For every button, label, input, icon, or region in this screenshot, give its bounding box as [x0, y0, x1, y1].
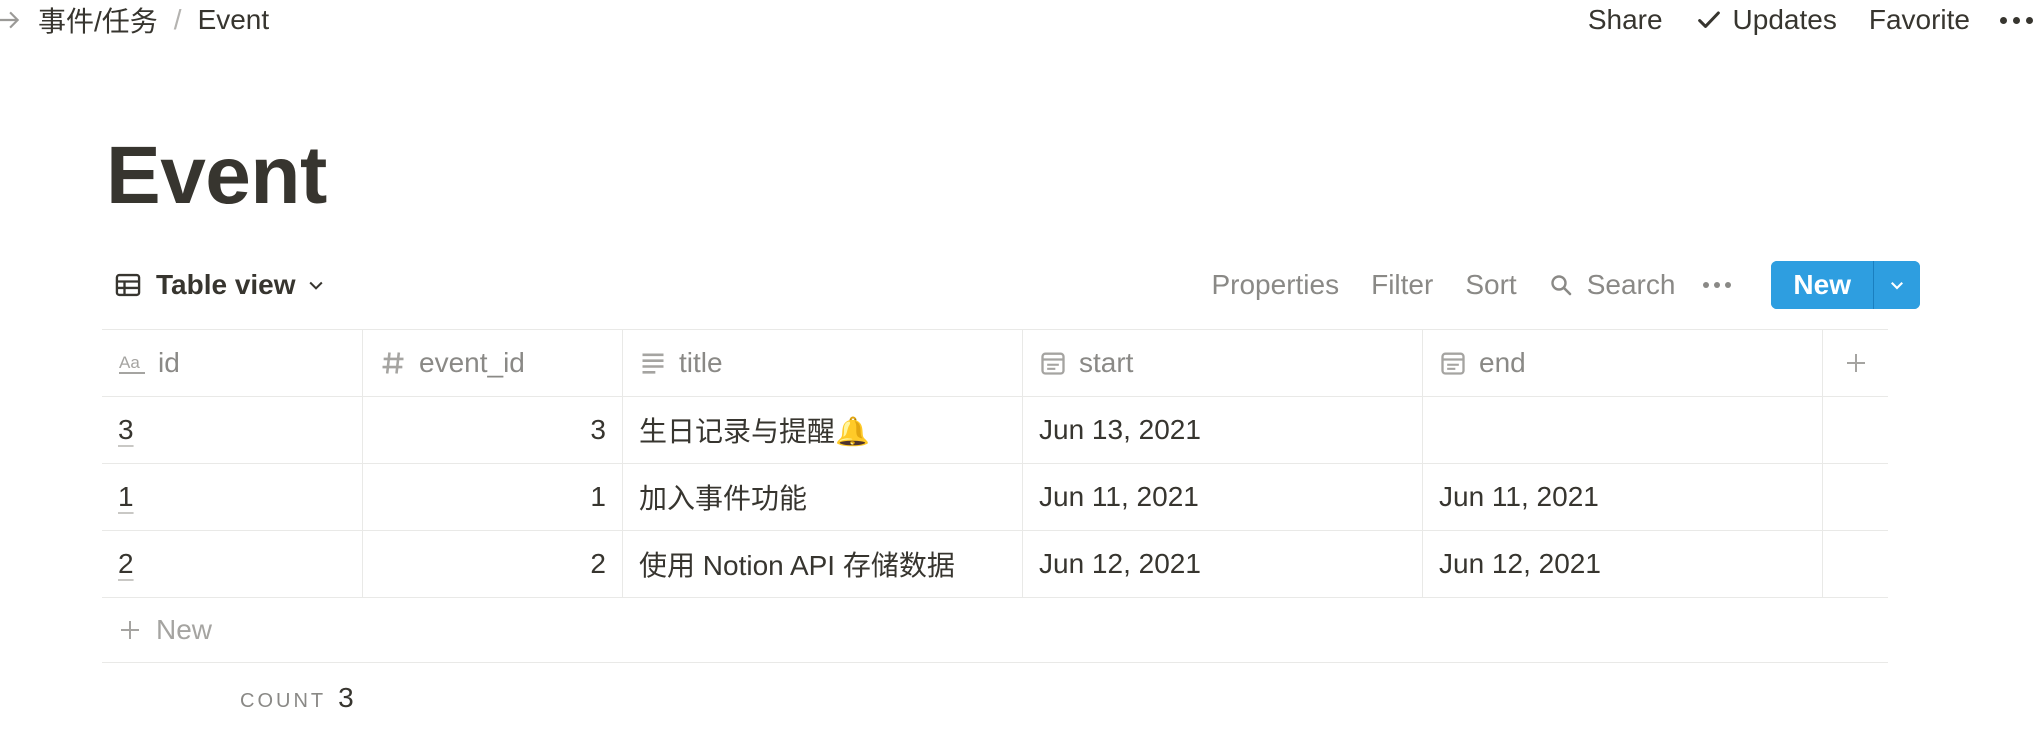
cell-event-id[interactable]: 2	[363, 531, 623, 597]
column-header-id[interactable]: Aa id	[102, 330, 363, 396]
count-label: COUNT	[240, 690, 327, 712]
cell-empty	[1823, 397, 1888, 463]
sort-button[interactable]: Sort	[1465, 269, 1516, 301]
column-header-title[interactable]: title	[623, 330, 1023, 396]
breadcrumb: 事件/任务 / Event	[0, 0, 269, 40]
table-row[interactable]: 2 2 使用 Notion API 存储数据 Jun 12, 2021 Jun …	[102, 530, 1888, 598]
cell-id-text: 3	[118, 414, 134, 445]
column-header-start[interactable]: start	[1023, 330, 1423, 396]
more-options-icon[interactable]	[2000, 16, 2040, 24]
new-dropdown-button[interactable]	[1873, 261, 1920, 309]
top-bar: 事件/任务 / Event Share Updates Favorite	[0, 0, 2040, 44]
calendar-icon	[1041, 352, 1065, 375]
cell-start[interactable]: Jun 13, 2021	[1023, 397, 1423, 463]
column-header-label: id	[158, 347, 180, 378]
cell-empty	[1823, 464, 1888, 530]
properties-button[interactable]: Properties	[1211, 269, 1339, 301]
column-header-label: title	[679, 347, 723, 378]
arrow-right-icon[interactable]	[0, 7, 22, 33]
table-header-row: Aa id event_id title start end	[102, 329, 1888, 396]
cell-id[interactable]: 2	[102, 531, 363, 597]
row-count[interactable]: COUNT 3	[240, 682, 354, 714]
cell-end[interactable]: Jun 12, 2021	[1423, 531, 1823, 597]
breadcrumb-separator: /	[173, 4, 182, 35]
cell-id[interactable]: 3	[102, 397, 363, 463]
cell-id[interactable]: 1	[102, 464, 363, 530]
chevron-down-icon	[1891, 282, 1903, 290]
column-header-label: end	[1479, 347, 1526, 378]
cell-end[interactable]	[1423, 397, 1823, 463]
svg-text:Aa: Aa	[119, 353, 140, 372]
more-icon[interactable]	[1703, 282, 1732, 288]
share-button[interactable]: Share	[1588, 4, 1663, 36]
cell-title[interactable]: 使用 Notion API 存储数据	[623, 531, 1023, 597]
cell-event-id[interactable]: 3	[363, 397, 623, 463]
breadcrumb-current[interactable]: Event	[198, 4, 270, 36]
number-hash-icon	[382, 352, 404, 374]
column-header-event-id[interactable]: event_id	[363, 330, 623, 396]
database-table: Aa id event_id title start end 3 3 生日记录与…	[102, 329, 1888, 663]
top-actions: Share Updates Favorite	[1588, 0, 2040, 40]
column-header-label: event_id	[419, 347, 525, 378]
updates-button[interactable]: Updates	[1695, 4, 1837, 36]
cell-end[interactable]: Jun 11, 2021	[1423, 464, 1823, 530]
breadcrumb-parent[interactable]: 事件/任务	[38, 0, 158, 40]
view-selector[interactable]: Table view	[114, 262, 326, 308]
cell-start[interactable]: Jun 11, 2021	[1023, 464, 1423, 530]
view-bar: Table view Properties Filter Sort Search…	[102, 261, 1928, 309]
cell-title[interactable]: 生日记录与提醒🔔	[623, 397, 1023, 463]
updates-label: Updates	[1732, 4, 1837, 35]
checkmark-icon	[1697, 11, 1720, 28]
text-lines-icon	[642, 353, 664, 374]
cell-empty	[1823, 531, 1888, 597]
page-title[interactable]: Event	[106, 126, 327, 226]
cell-event-id[interactable]: 1	[363, 464, 623, 530]
table-view-icon	[115, 273, 141, 297]
add-row-button[interactable]: New	[102, 598, 1888, 663]
favorite-button[interactable]: Favorite	[1869, 4, 1970, 36]
count-value: 3	[338, 682, 354, 713]
text-aa-icon: Aa	[119, 353, 145, 374]
add-property-button[interactable]	[1823, 330, 1888, 396]
cell-id-text: 1	[118, 481, 134, 512]
search-button[interactable]: Search	[1549, 269, 1676, 301]
cell-start[interactable]: Jun 12, 2021	[1023, 531, 1423, 597]
plus-icon	[121, 621, 139, 639]
cell-id-text: 2	[118, 548, 134, 579]
cell-title[interactable]: 加入事件功能	[623, 464, 1023, 530]
new-button[interactable]: New	[1771, 261, 1873, 309]
new-button-group: New	[1771, 261, 1920, 309]
filter-button[interactable]: Filter	[1371, 269, 1433, 301]
view-name: Table view	[156, 269, 296, 300]
view-tools: Properties Filter Sort Search New	[1211, 261, 1920, 309]
chevron-down-icon	[309, 281, 323, 290]
plus-icon	[1846, 354, 1865, 372]
search-label: Search	[1586, 269, 1676, 300]
table-row[interactable]: 1 1 加入事件功能 Jun 11, 2021 Jun 11, 2021	[102, 463, 1888, 530]
column-header-label: start	[1079, 347, 1134, 378]
column-header-end[interactable]: end	[1423, 330, 1823, 396]
calendar-icon	[1441, 352, 1465, 375]
add-row-label: New	[156, 614, 213, 645]
table-row[interactable]: 3 3 生日记录与提醒🔔 Jun 13, 2021	[102, 396, 1888, 463]
search-icon	[1551, 275, 1572, 296]
